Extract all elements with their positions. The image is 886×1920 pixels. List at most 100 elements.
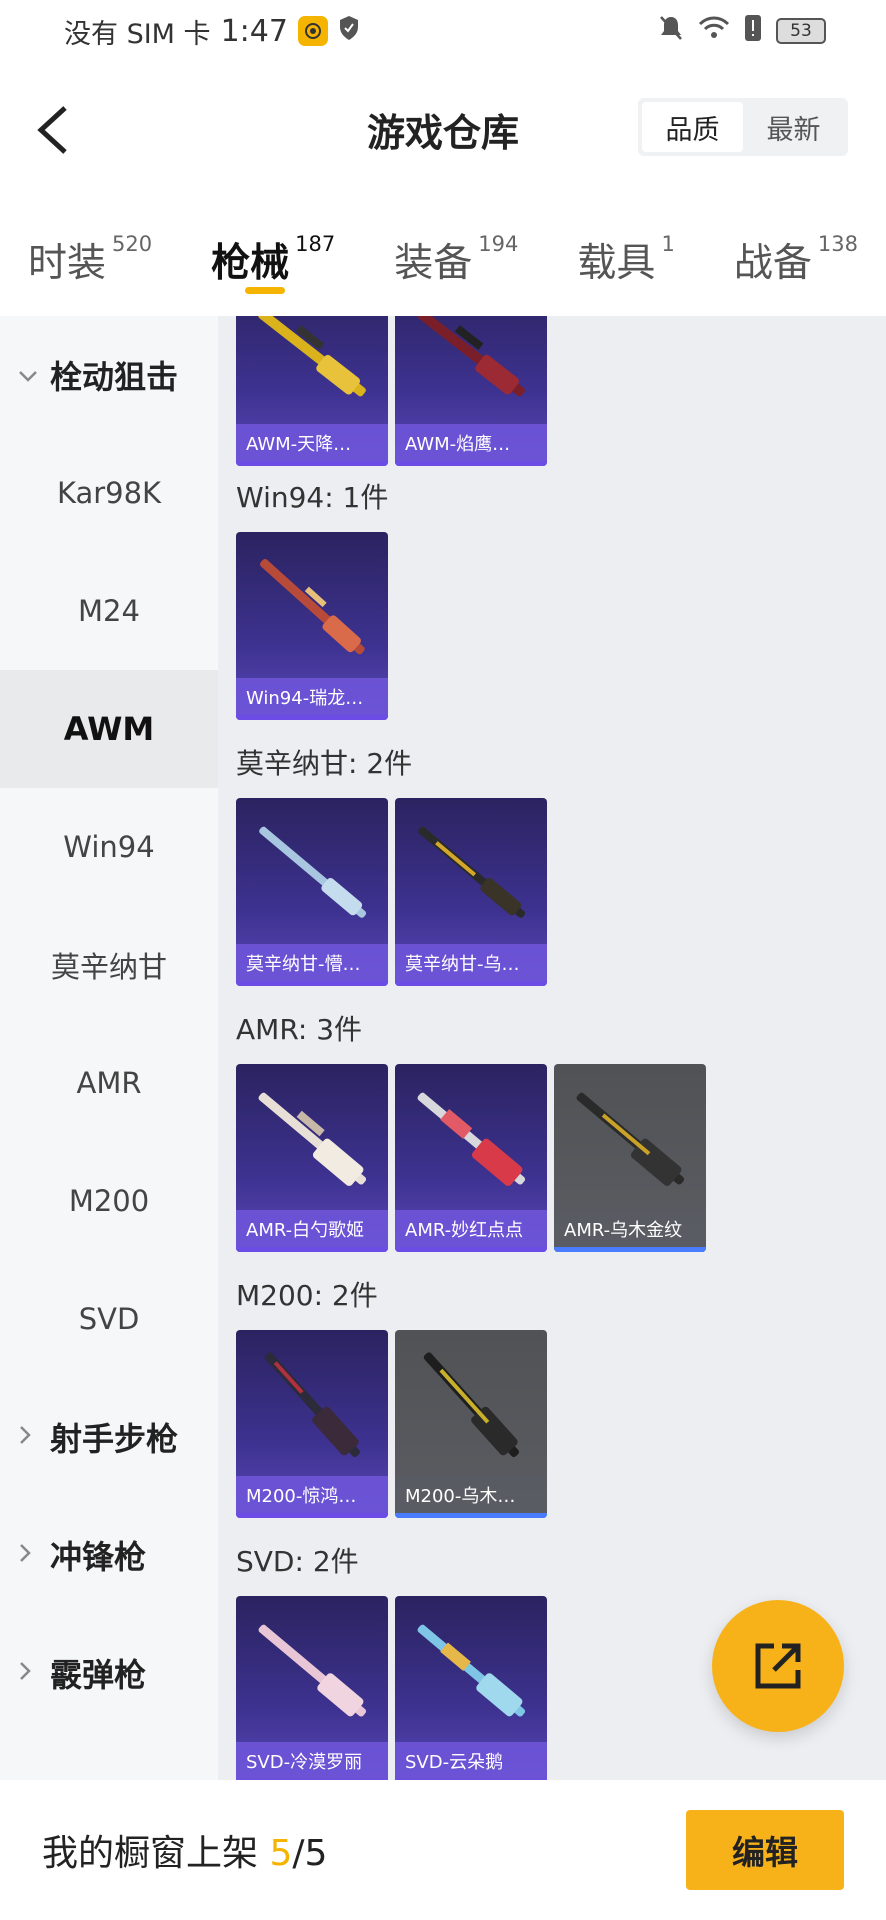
edit-button[interactable]: 编辑	[686, 1810, 844, 1890]
showcase-count-used: 5	[269, 1833, 293, 1874]
tab-label: 装备	[394, 241, 473, 286]
rifle-image	[258, 1624, 367, 1717]
skin-card-label: SVD-冷漠罗丽	[236, 1742, 388, 1780]
rifle-image	[264, 1352, 360, 1457]
status-time: 1:47	[220, 13, 288, 49]
rifle-image	[258, 1092, 367, 1186]
skin-card[interactable]: AWM-焰鹰…	[395, 316, 547, 466]
tab-count: 194	[478, 232, 519, 256]
active-tab-indicator	[245, 287, 286, 294]
category-tabs: 时装 520 枪械 187 装备 194 载具 1 战备 138	[0, 196, 886, 316]
sort-option-quality[interactable]: 品质	[642, 102, 743, 152]
tab-fashion[interactable]: 时装 520	[28, 196, 152, 316]
tab-label: 枪械	[211, 241, 290, 286]
skin-card-label: AMR-妙红点点	[395, 1210, 547, 1252]
showcase-status: 我的橱窗上架 5/5	[42, 1824, 327, 1876]
chevron-right-icon	[18, 1541, 40, 1569]
sidebar-group-smg[interactable]: 冲锋枪	[0, 1496, 218, 1614]
skin-card[interactable]: AMR-妙红点点	[395, 1064, 547, 1252]
tab-count: 520	[112, 232, 153, 256]
tab-count: 187	[295, 232, 336, 256]
sidebar-item-win94[interactable]: Win94	[0, 788, 218, 906]
tab-combat-gear[interactable]: 战备 138	[734, 196, 858, 316]
skin-card[interactable]: Win94-瑞龙…	[236, 532, 388, 720]
rifle-image	[417, 1624, 526, 1717]
sidebar-item-svd[interactable]: SVD	[0, 1260, 218, 1378]
tab-label: 时装	[28, 241, 107, 286]
weapon-grid: AWM-天降… AWM-焰鹰… Win94: 1件 Win94-瑞龙… 莫辛纳甘…	[218, 316, 886, 1780]
wifi-icon	[698, 15, 730, 48]
skin-card[interactable]: AMR-乌木金纹	[554, 1064, 706, 1252]
skin-card[interactable]: 莫辛纳甘-懵…	[236, 798, 388, 986]
skin-card[interactable]: 莫辛纳甘-乌…	[395, 798, 547, 986]
bottom-bar: 我的橱窗上架 5/5 编辑	[0, 1780, 886, 1920]
tab-count: 1	[661, 232, 675, 256]
sidebar-group-label: 栓动狙击	[50, 358, 179, 396]
section-title: 莫辛纳甘: 2件	[236, 747, 413, 780]
chevron-right-icon	[18, 1659, 40, 1687]
section-title: SVD: 2件	[236, 1545, 359, 1578]
rifle-image	[418, 826, 526, 918]
carrier-text: 没有 SIM 卡	[64, 18, 211, 50]
share-button[interactable]	[712, 1600, 844, 1732]
showcase-count-total: /5	[292, 1833, 328, 1874]
skin-card-label: AMR-白勺歌姬	[236, 1210, 388, 1252]
section-title: M200: 2件	[236, 1279, 378, 1312]
alert-icon	[744, 14, 762, 49]
sidebar-item-awm[interactable]: AWM	[0, 670, 218, 788]
skin-card[interactable]: AMR-白勺歌姬	[236, 1064, 388, 1252]
sidebar-item-kar98k[interactable]: Kar98K	[0, 434, 218, 552]
sidebar-group-label: 霰弹枪	[50, 1656, 147, 1694]
showcase-label: 我的橱窗上架	[42, 1833, 259, 1874]
tab-label: 载具	[577, 241, 656, 286]
skin-card-label: M200-乌木…	[395, 1476, 547, 1518]
sidebar-item-m24[interactable]: M24	[0, 552, 218, 670]
app-notification-icon	[297, 16, 328, 46]
sidebar-group-label: 冲锋枪	[50, 1538, 147, 1576]
skin-card-label: Win94-瑞龙…	[236, 678, 388, 720]
battery-icon: 53	[776, 18, 826, 44]
chevron-down-icon	[18, 361, 40, 389]
sidebar-item-m200[interactable]: M200	[0, 1142, 218, 1260]
rifle-image	[576, 1092, 685, 1186]
sort-toggle: 品质 最新	[638, 98, 848, 156]
skin-card-label: M200-惊鸿…	[236, 1476, 388, 1518]
tab-count: 138	[817, 232, 858, 256]
status-bar: 没有 SIM 卡 1:47 53	[0, 0, 886, 62]
tab-firearms[interactable]: 枪械 187	[211, 196, 335, 316]
section-title: Win94: 1件	[236, 481, 389, 514]
skin-card[interactable]: SVD-冷漠罗丽	[236, 1596, 388, 1780]
sidebar-group-bolt-action[interactable]: 栓动狙击	[0, 316, 218, 434]
rifle-image	[417, 316, 525, 397]
sidebar-group-shotgun[interactable]: 霰弹枪	[0, 1614, 218, 1732]
mute-bell-icon	[658, 14, 684, 49]
skin-card[interactable]: M200-惊鸿…	[236, 1330, 388, 1518]
skin-card[interactable]: SVD-云朵鹅	[395, 1596, 547, 1780]
rifle-image	[423, 1352, 519, 1457]
sort-option-newest[interactable]: 最新	[743, 102, 844, 152]
status-right: 53	[658, 14, 826, 49]
skin-card-label: AMR-乌木金纹	[554, 1210, 706, 1252]
skin-card[interactable]: AWM-天降…	[236, 316, 388, 466]
tab-label: 战备	[733, 241, 812, 286]
sidebar-group-label: 射手步枪	[50, 1420, 179, 1458]
skin-card-label: 莫辛纳甘-乌…	[395, 944, 547, 986]
sidebar-item-mosin[interactable]: 莫辛纳甘	[0, 906, 218, 1024]
rifle-image	[417, 1092, 526, 1186]
rifle-image	[259, 826, 367, 918]
rifle-image	[260, 559, 365, 655]
tab-equipment[interactable]: 装备 194	[394, 196, 518, 316]
skin-card-label: AWM-焰鹰…	[395, 424, 547, 466]
share-icon	[755, 1643, 801, 1689]
tab-vehicles[interactable]: 载具 1	[577, 196, 674, 316]
shield-icon	[338, 15, 360, 48]
sidebar-group-marksman[interactable]: 射手步枪	[0, 1378, 218, 1496]
skin-card[interactable]: M200-乌木…	[395, 1330, 547, 1518]
skin-card-label: 莫辛纳甘-懵…	[236, 944, 388, 986]
sidebar-item-amr[interactable]: AMR	[0, 1024, 218, 1142]
skin-card-label: SVD-云朵鹅	[395, 1742, 547, 1780]
rifle-image	[258, 316, 366, 397]
chevron-right-icon	[18, 1423, 40, 1451]
skin-card-label: AWM-天降…	[236, 424, 388, 466]
section-title: AMR: 3件	[236, 1013, 363, 1046]
